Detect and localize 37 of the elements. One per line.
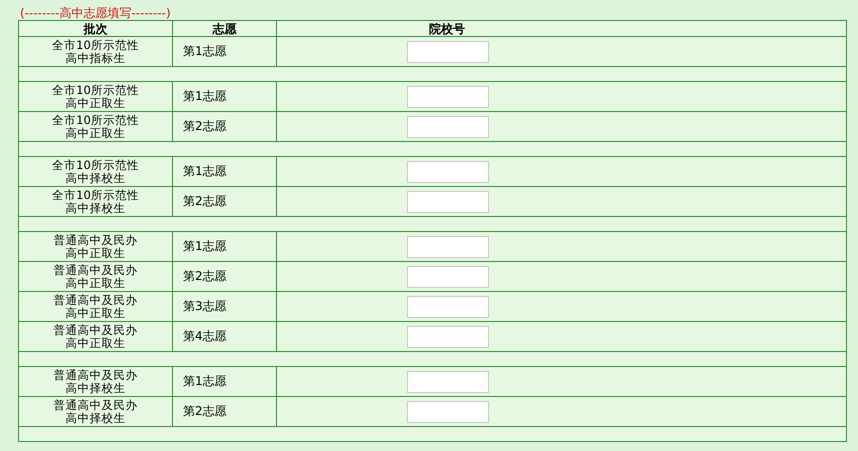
table-cell: 第1志愿 [183, 374, 227, 388]
table-cell: 第1志愿 [183, 44, 227, 58]
table-cell-text: 普通高中及民办高中择校生 [52, 398, 138, 424]
input-field[interactable] [407, 160, 489, 182]
column-header: 院校号 [429, 22, 465, 36]
table-cell: 第1志愿 [183, 239, 227, 253]
input-field[interactable] [407, 400, 489, 422]
table-cell: 第3志愿 [183, 299, 227, 313]
input-field[interactable] [407, 370, 489, 392]
section-title: (--------高中志愿填写--------) [20, 6, 171, 20]
table-cell: 第2志愿 [183, 269, 227, 283]
input-field[interactable] [407, 86, 489, 108]
column-header: 批次 [84, 22, 108, 36]
input-field[interactable] [407, 326, 489, 348]
table-cell-text: 普通高中及民办高中正取生 [52, 234, 138, 260]
table-cell-text: 普通高中及民办高中正取生 [52, 324, 138, 350]
table-cell: 全市10所示范性高中择校生 [52, 188, 140, 214]
input-field[interactable] [407, 40, 489, 62]
input-field[interactable] [407, 190, 489, 212]
table-cell: 第2志愿 [183, 119, 227, 133]
column-header: 志愿 [212, 22, 236, 36]
input-field[interactable] [407, 116, 489, 138]
table-cell-text: 普通高中及民办高中正取生 [52, 264, 138, 290]
table-cell: 全市10所示范性高中择校生 [52, 158, 140, 184]
table-cell-text: 普通高中及民办高中择校生 [52, 368, 138, 394]
table-cell: 第1志愿 [183, 89, 227, 103]
table-cell: 全市10所示范性高中指标生 [52, 38, 140, 64]
table-cell: 第2志愿 [183, 404, 227, 418]
table-cell-text: 普通高中及民办高中正取生 [52, 294, 138, 320]
table-cell: 全市10所示范性高中正取生 [52, 84, 140, 110]
table-cell: 全市10所示范性高中正取生 [52, 114, 140, 140]
table-cell: 第2志愿 [183, 194, 227, 208]
table-cell: 第4志愿 [183, 329, 227, 343]
input-field[interactable] [407, 266, 489, 288]
input-field[interactable] [407, 296, 489, 318]
table-cell: 第1志愿 [183, 164, 227, 178]
input-field[interactable] [407, 236, 489, 258]
